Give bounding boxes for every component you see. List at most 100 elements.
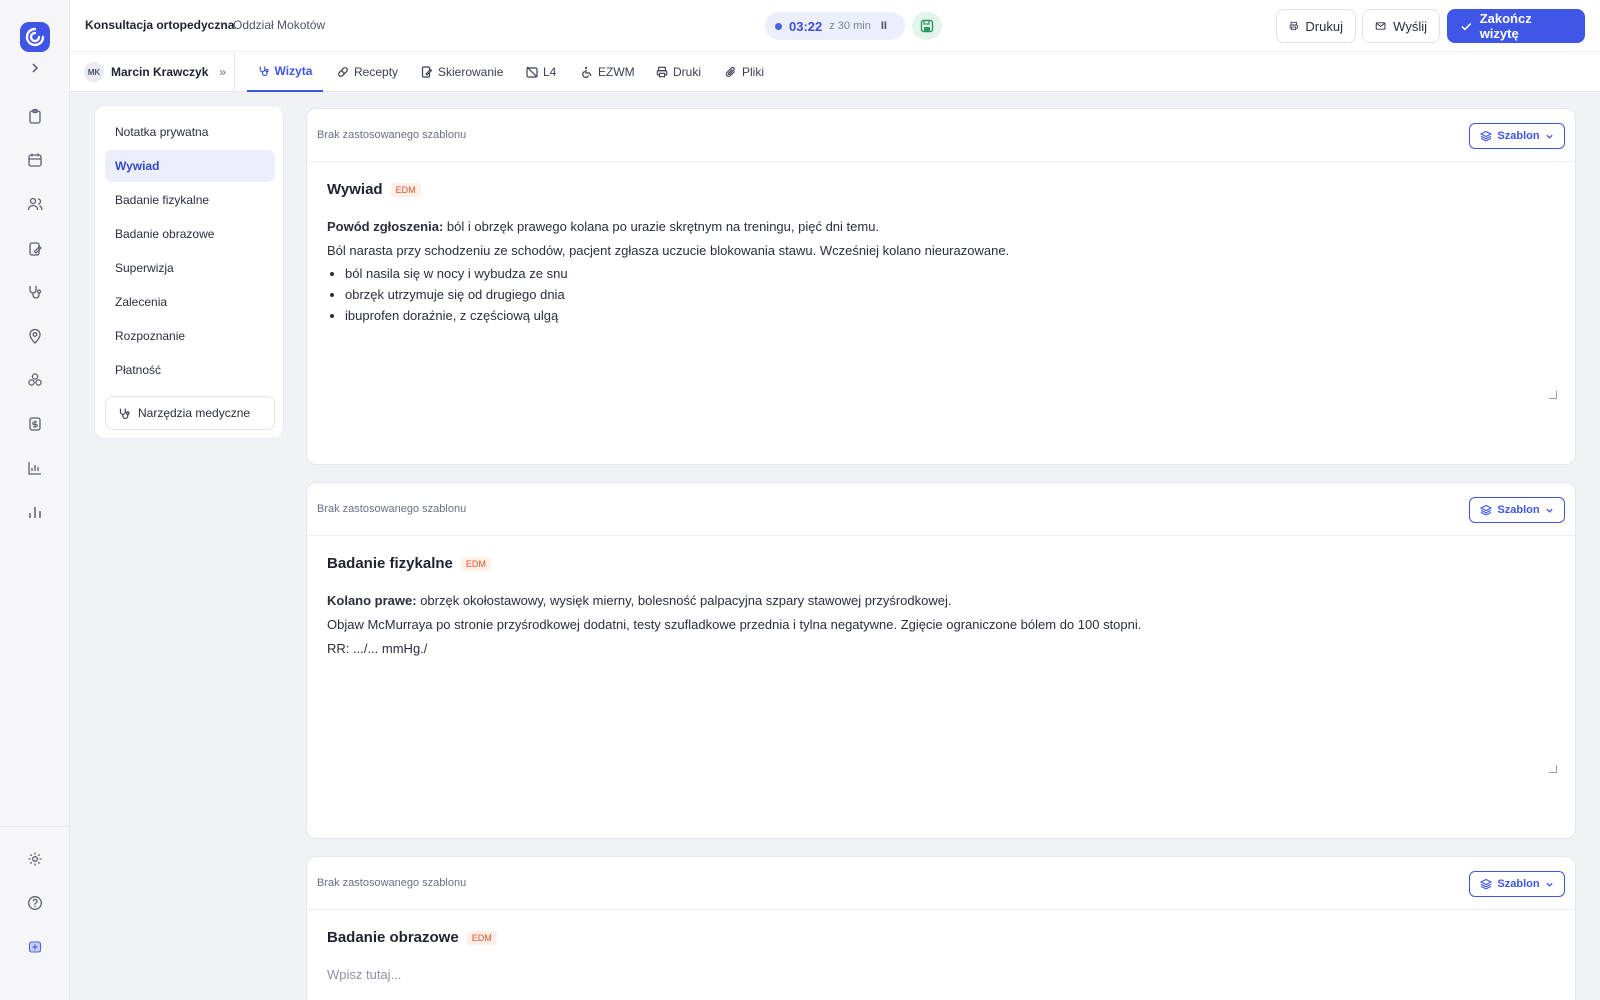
template-status: Brak zastosowanego szablonu — [317, 503, 467, 515]
check-icon — [1461, 22, 1472, 31]
section-nav-item-superwizja[interactable]: Superwizja — [105, 252, 275, 284]
print-button[interactable]: Drukuj — [1276, 9, 1356, 43]
edm-badge: EDM — [460, 556, 491, 571]
paperclip-icon — [725, 66, 735, 77]
section-card-wywiad: Brak zastosowanego szablonu Szablon Wywi… — [306, 108, 1576, 465]
pause-icon[interactable]: II — [881, 20, 887, 32]
tab-l4[interactable]: L4 — [526, 52, 556, 92]
expand-sidebar-icon[interactable] — [25, 58, 45, 78]
card-header: Brak zastosowanego szablonu Szablon — [307, 109, 1575, 162]
send-label: Wyślij — [1393, 18, 1427, 34]
finish-visit-button[interactable]: Zakończ wizytę — [1447, 9, 1585, 43]
section-nav-item-badanie-obrazowe[interactable]: Badanie obrazowe — [105, 218, 275, 250]
mail-icon — [1375, 22, 1386, 30]
list-item: ibuprofen doraźnie, z częściową ulgą — [345, 305, 1555, 326]
breadcrumb-separator: · — [222, 17, 226, 31]
analytics-icon[interactable] — [24, 501, 46, 523]
bar-chart-icon[interactable] — [24, 457, 46, 479]
badanie-fizykalne-editor[interactable]: Kolano prawe: obrzęk okołostawowy, wysię… — [327, 589, 1555, 661]
department-name: Oddział Mokotów — [233, 18, 326, 32]
tab-pliki[interactable]: Pliki — [725, 52, 764, 92]
medical-tools-label: Narzędzia medyczne — [138, 406, 251, 420]
chevrons-right-icon[interactable]: » — [219, 65, 226, 79]
patient-info[interactable]: MK Marcin Krawczyk » — [84, 62, 226, 82]
calendar-off-icon — [526, 66, 538, 78]
gear-icon[interactable] — [24, 848, 46, 870]
avatar: MK — [84, 62, 104, 82]
tab-label: Pliki — [742, 65, 765, 79]
hospital-icon[interactable] — [24, 936, 46, 958]
template-button-label: Szablon — [1497, 130, 1540, 142]
printer-icon — [656, 66, 668, 78]
clipboard-edit-icon[interactable] — [24, 237, 46, 259]
divider — [234, 52, 235, 92]
section-nav: Notatka prywatna Wywiad Badanie fizykaln… — [94, 105, 284, 439]
list-item: obrzęk utrzymuje się od drugiego dnia — [345, 284, 1555, 305]
timer-time: 03:22 — [789, 18, 823, 34]
boxes-icon[interactable] — [24, 369, 46, 391]
tab-druki[interactable]: Druki — [656, 52, 701, 92]
section-nav-item-wywiad[interactable]: Wywiad — [105, 150, 275, 182]
resize-handle[interactable] — [1549, 391, 1557, 399]
section-nav-item-zalecenia[interactable]: Zalecenia — [105, 286, 275, 318]
resize-handle[interactable] — [1549, 765, 1557, 773]
template-status: Brak zastosowanego szablonu — [317, 877, 467, 889]
stethoscope-icon — [259, 66, 269, 77]
stethoscope-icon[interactable] — [24, 281, 46, 303]
visit-timer: 03:22 z 30 min II — [765, 12, 905, 40]
section-title: Badanie fizykalne — [327, 555, 453, 572]
location-pin-icon[interactable] — [24, 325, 46, 347]
save-icon — [920, 19, 934, 33]
edm-badge: EDM — [390, 182, 421, 197]
pill-icon — [338, 67, 348, 77]
tab-wizyta[interactable]: Wizyta — [247, 52, 323, 92]
chevron-down-icon — [1545, 134, 1553, 139]
text-line: Powód zgłoszenia: ból i obrzęk prawego k… — [327, 219, 880, 234]
list-item: ból nasila się w nocy i wybudza ze snu — [345, 263, 1555, 284]
finish-visit-label: Zakończ wizytę — [1479, 11, 1532, 41]
stethoscope-icon — [119, 408, 130, 419]
tab-label: Wizyta — [274, 64, 313, 78]
template-status: Brak zastosowanego szablonu — [317, 129, 467, 141]
section-nav-item-badanie-fizykalne[interactable]: Badanie fizykalne — [105, 184, 275, 216]
section-title: Wywiad — [327, 181, 383, 198]
text-line: RR: .../... mmHg./ — [327, 641, 428, 656]
layers-icon — [1480, 130, 1493, 142]
template-button-label: Szablon — [1497, 878, 1540, 890]
tab-ezwm[interactable]: EZWM — [581, 52, 635, 92]
section-nav-item-platnosc[interactable]: Płatność — [105, 354, 275, 386]
rail-divider — [0, 826, 70, 827]
document-edit-icon — [421, 66, 433, 78]
template-dropdown-button[interactable]: Szablon — [1469, 123, 1565, 149]
badanie-obrazowe-editor[interactable]: Wpisz tutaj... — [327, 963, 1555, 987]
section-nav-item-notatka[interactable]: Notatka prywatna — [105, 116, 275, 148]
send-button[interactable]: Wyślij — [1362, 9, 1440, 43]
clipboard-icon[interactable] — [24, 105, 46, 127]
section-nav-item-rozpoznanie[interactable]: Rozpoznanie — [105, 320, 275, 352]
card-header: Brak zastosowanego szablonu Szablon — [307, 483, 1575, 536]
tab-skierowanie[interactable]: Skierowanie — [421, 52, 503, 92]
save-button[interactable] — [912, 12, 942, 40]
medical-tools-button[interactable]: Narzędzia medyczne — [105, 396, 275, 430]
tab-recepty[interactable]: Recepty — [337, 52, 398, 92]
wywiad-editor[interactable]: Powód zgłoszenia: ból i obrzęk prawego k… — [327, 215, 1555, 326]
bullet-list: ból nasila się w nocy i wybudza ze snu o… — [327, 263, 1555, 326]
printer-icon — [1289, 21, 1298, 31]
app-logo[interactable] — [20, 22, 50, 52]
section-heading: Badanie fizykalne EDM — [327, 555, 491, 572]
template-dropdown-button[interactable]: Szablon — [1469, 871, 1565, 897]
tab-label: Skierowanie — [438, 65, 504, 79]
billing-icon[interactable] — [24, 413, 46, 435]
timer-dot-icon — [775, 22, 782, 30]
chevron-down-icon — [1545, 508, 1553, 513]
patient-name: Marcin Krawczyk — [111, 65, 209, 79]
print-label: Drukuj — [1305, 18, 1343, 34]
help-icon[interactable] — [24, 892, 46, 914]
tab-label: L4 — [543, 65, 557, 79]
calendar-icon[interactable] — [24, 149, 46, 171]
chevron-down-icon — [1545, 882, 1553, 887]
users-icon[interactable] — [24, 193, 46, 215]
template-dropdown-button[interactable]: Szablon — [1469, 497, 1565, 523]
timer-limit: z 30 min — [829, 20, 871, 32]
app-sidebar — [0, 0, 70, 1000]
